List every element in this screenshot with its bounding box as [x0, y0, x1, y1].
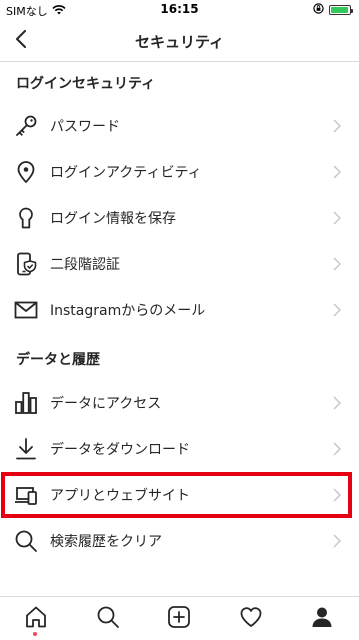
location-pin-icon [13, 159, 39, 185]
tab-activity[interactable] [237, 605, 265, 633]
row-label: データをダウンロード [50, 442, 190, 458]
row-label: 検索履歴をクリア [50, 534, 162, 550]
tab-profile[interactable] [308, 605, 336, 633]
section-title-data-history: データと履歴 [16, 352, 100, 368]
row-clear-search-history[interactable]: 検索履歴をクリア [0, 518, 359, 564]
page-title: セキュリティ [134, 33, 225, 51]
row-label: ログイン情報を保存 [50, 211, 176, 227]
row-two-factor[interactable]: 二段階認証 [0, 241, 359, 287]
profile-icon [310, 605, 334, 633]
chevron-right-icon [331, 257, 343, 271]
orientation-lock-icon [313, 3, 324, 17]
home-icon [24, 605, 48, 633]
new-post-icon [167, 605, 191, 633]
status-bar: SIMなし 16:15 [0, 0, 359, 20]
chevron-right-icon [331, 534, 343, 548]
tab-new-post[interactable] [165, 605, 193, 633]
section-title-login-security: ログインセキュリティ [16, 76, 156, 92]
bar-chart-icon [13, 390, 39, 416]
download-icon [13, 436, 39, 462]
row-password[interactable]: パスワード [0, 103, 359, 149]
chevron-right-icon [331, 396, 343, 410]
search-icon [96, 605, 120, 633]
key-icon [13, 113, 39, 139]
search-icon [13, 528, 39, 554]
tab-home[interactable] [22, 605, 50, 633]
row-access-data[interactable]: データにアクセス [0, 380, 359, 426]
chevron-right-icon [331, 442, 343, 456]
tab-bar [0, 596, 359, 640]
nav-header: セキュリティ [0, 20, 359, 62]
row-label: Instagramからのメール [50, 303, 206, 319]
row-label: パスワード [50, 119, 120, 135]
activity-heart-icon [239, 605, 263, 633]
row-save-login-info[interactable]: ログイン情報を保存 [0, 195, 359, 241]
row-label: ログインアクティビティ [50, 165, 202, 181]
status-right [313, 3, 353, 17]
chevron-right-icon [331, 119, 343, 133]
tab-search[interactable] [94, 605, 122, 633]
notification-dot [33, 632, 37, 636]
chevron-right-icon [331, 165, 343, 179]
phone-shield-icon [13, 251, 39, 277]
row-download-data[interactable]: データをダウンロード [0, 426, 359, 472]
battery-icon [329, 5, 353, 15]
row-login-activity[interactable]: ログインアクティビティ [0, 149, 359, 195]
row-label: データにアクセス [50, 396, 162, 412]
row-instagram-emails[interactable]: Instagramからのメール [0, 287, 359, 333]
highlight-box [1, 472, 352, 518]
mail-icon [13, 297, 39, 323]
status-time: 16:15 [160, 2, 199, 16]
battery-fill [331, 7, 349, 13]
row-label: 二段階認証 [50, 257, 120, 273]
chevron-right-icon [331, 211, 343, 225]
chevron-right-icon [331, 303, 343, 317]
keyhole-icon [13, 205, 39, 231]
